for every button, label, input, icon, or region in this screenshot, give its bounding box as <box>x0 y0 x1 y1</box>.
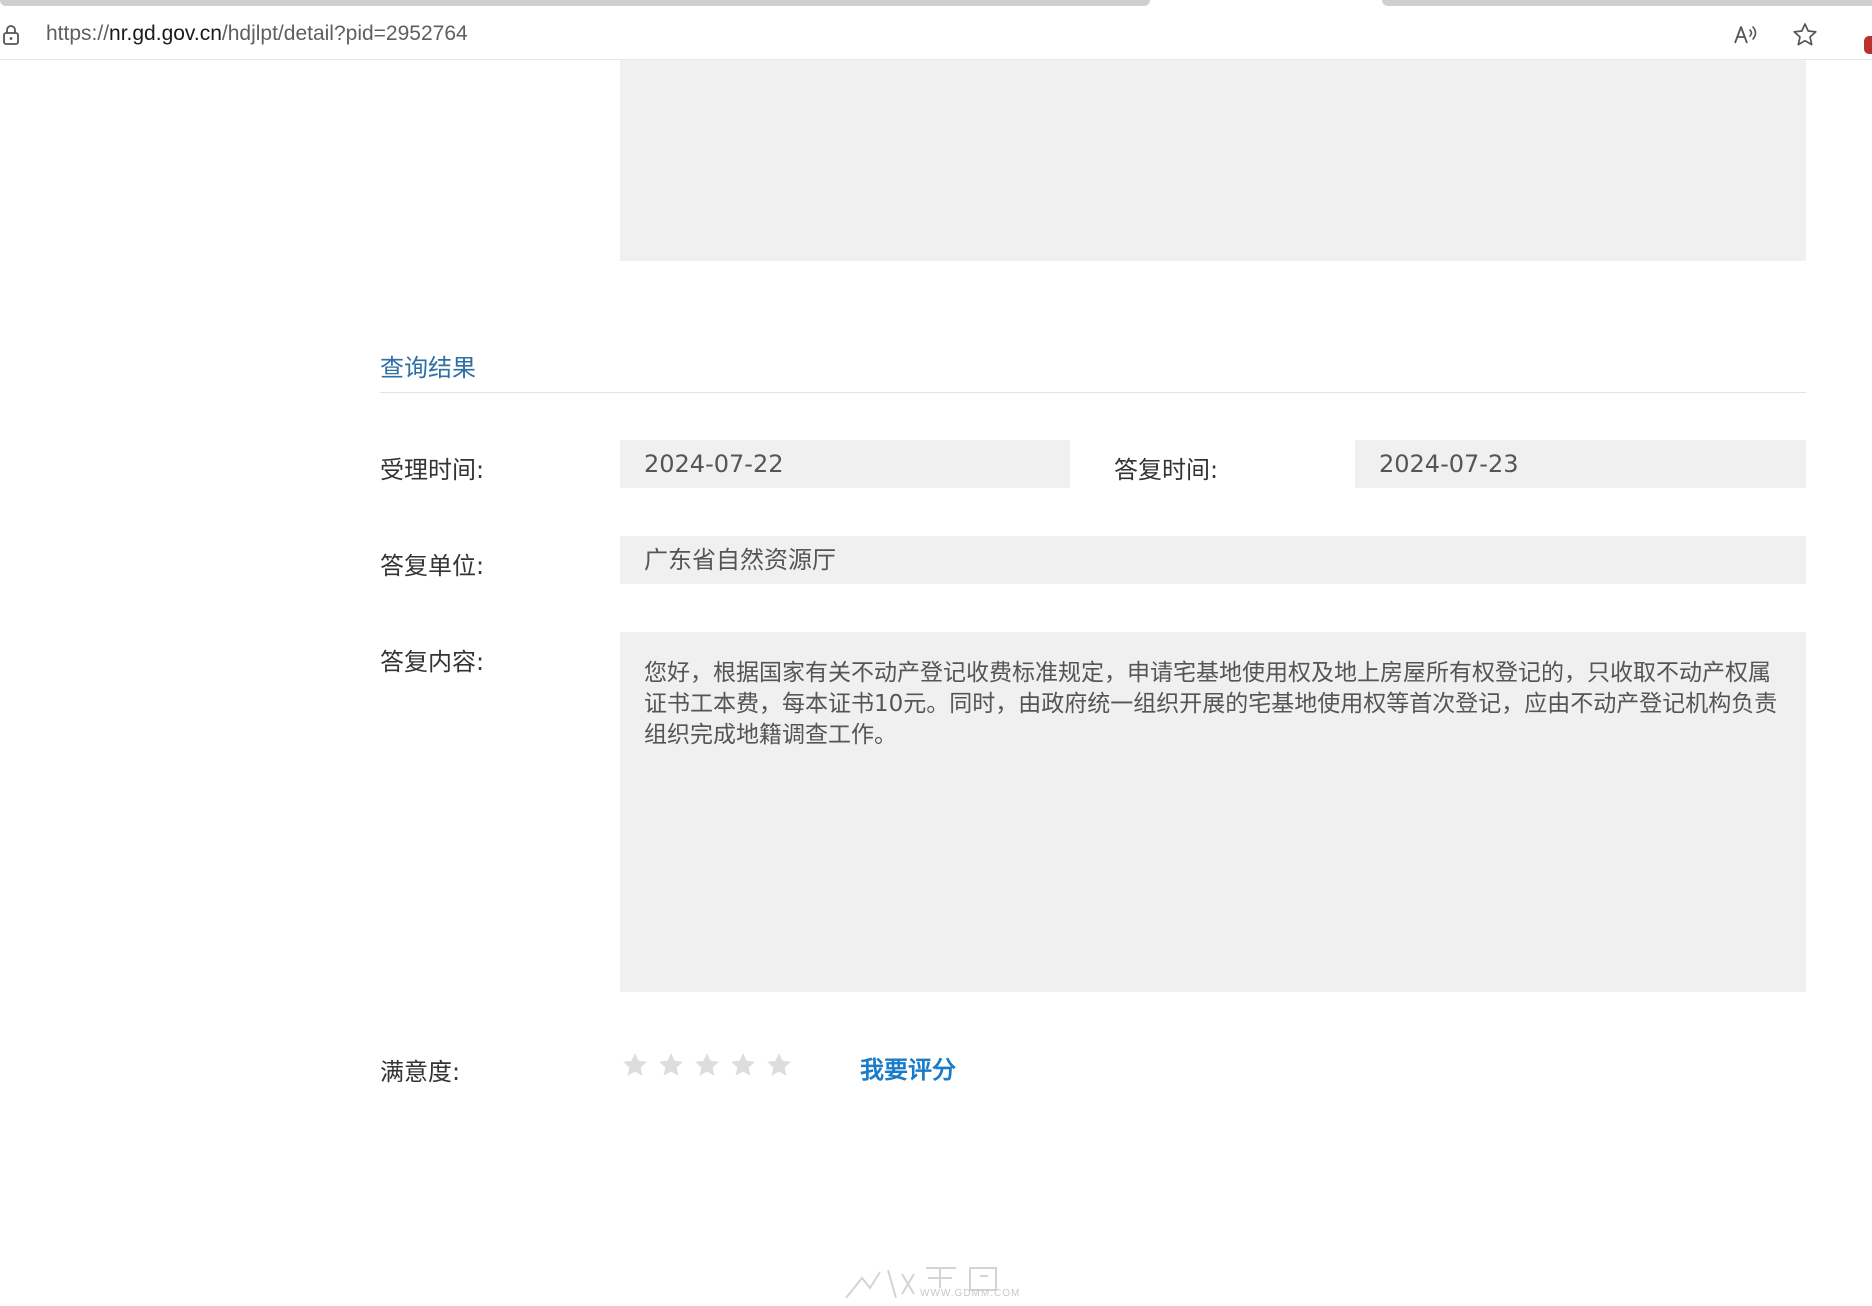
previous-content-box <box>620 60 1806 261</box>
watermark-text: WWW.GDMM.COM <box>920 1288 1021 1299</box>
accept-time-field: 2024-07-22 <box>620 440 1070 488</box>
star-icon[interactable] <box>692 1050 722 1080</box>
star-icon[interactable] <box>728 1050 758 1080</box>
reply-unit-label: 答复单位: <box>380 552 485 580</box>
url-path: /hdjlpt/detail?pid=2952764 <box>221 22 468 45</box>
section-divider <box>380 392 1806 393</box>
rate-button[interactable]: 我要评分 <box>860 1050 956 1085</box>
reply-content-field: 您好，根据国家有关不动产登记收费标准规定，申请宅基地使用权及地上房屋所有权登记的… <box>620 632 1806 992</box>
read-aloud-icon[interactable] <box>1730 20 1760 50</box>
tab-strip <box>0 0 1872 10</box>
section-title-query-result: 查询结果 <box>380 354 476 382</box>
lock-icon[interactable] <box>2 24 20 46</box>
favorite-star-icon[interactable] <box>1790 20 1820 50</box>
reply-time-label: 答复时间: <box>1114 456 1219 484</box>
tab-other[interactable] <box>1382 0 1872 6</box>
star-rating[interactable] <box>620 1050 800 1080</box>
url-host: nr.gd.gov.cn <box>109 22 222 45</box>
address-bar[interactable]: https://nr.gd.gov.cn/hdjlpt/detail?pid=2… <box>0 10 1872 60</box>
profile-indicator[interactable] <box>1864 36 1872 54</box>
reply-time-field: 2024-07-23 <box>1355 440 1806 488</box>
star-icon[interactable] <box>620 1050 650 1080</box>
reply-unit-field: 广东省自然资源厅 <box>620 536 1806 584</box>
star-icon[interactable] <box>656 1050 686 1080</box>
reply-content-label: 答复内容: <box>380 648 485 676</box>
tab-active[interactable] <box>0 0 1150 6</box>
accept-time-label: 受理时间: <box>380 456 485 484</box>
star-icon[interactable] <box>764 1050 794 1080</box>
url-prefix: https:// <box>46 22 110 45</box>
url-text[interactable]: https://nr.gd.gov.cn/hdjlpt/detail?pid=2… <box>46 22 468 46</box>
satisfaction-label: 满意度: <box>380 1058 461 1086</box>
watermark-logo: WWW.GDMM.COM <box>840 1258 1040 1302</box>
